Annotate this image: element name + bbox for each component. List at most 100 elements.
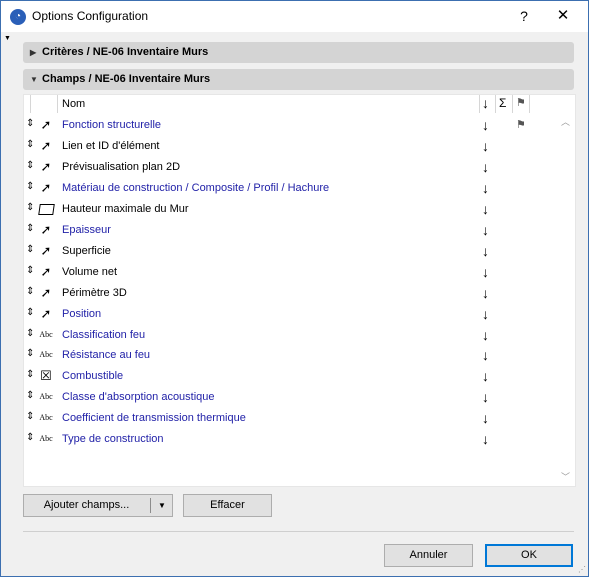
sort-arrow-icon[interactable]: ↓ — [482, 241, 489, 261]
pointer-icon: ➚ — [40, 263, 52, 279]
drag-handle-icon[interactable]: ⇕ — [26, 159, 34, 173]
field-row[interactable]: ⇕ ☒ Combustible ↓ — [24, 366, 564, 387]
sort-arrow-icon[interactable]: ↓ — [482, 136, 489, 156]
column-separator — [529, 95, 530, 113]
column-separator — [512, 95, 513, 113]
drag-handle-icon[interactable]: ⇕ — [26, 431, 34, 445]
resize-grip-icon[interactable]: ⋰ — [578, 565, 586, 574]
field-name: Matériau de construction / Composite / P… — [62, 181, 330, 194]
field-row[interactable]: ⇕ ➚ Volume net ↓ — [24, 262, 564, 283]
field-name: Classe d'absorption acoustique — [62, 391, 215, 404]
drag-handle-icon[interactable]: ⇕ — [26, 180, 34, 194]
drag-handle-icon[interactable]: ⇕ — [26, 347, 34, 361]
section-criteres[interactable]: ▶ Critères / NE-06 Inventaire Murs — [23, 42, 574, 63]
column-separator — [495, 95, 496, 113]
section-criteres-label: Critères / NE-06 Inventaire Murs — [42, 46, 209, 58]
pointer-icon: ➚ — [40, 137, 52, 153]
column-header-name[interactable]: Nom — [62, 98, 85, 110]
field-row[interactable]: ⇕ ➚ Matériau de construction / Composite /… — [24, 178, 564, 199]
side-expand-arrow-icon[interactable]: ▼ — [4, 35, 11, 42]
field-name: Prévisualisation plan 2D — [62, 160, 181, 173]
sort-arrow-icon[interactable]: ↓ — [482, 220, 489, 240]
field-row[interactable]: ⇕ ➚ Superficie ↓ — [24, 241, 564, 262]
field-row[interactable]: ⇕ ➚ Périmètre 3D ↓ — [24, 283, 564, 304]
vertical-scrollbar[interactable]: ︿ ﹀ — [561, 113, 574, 485]
drag-handle-icon[interactable]: ⇕ — [26, 243, 34, 257]
close-button[interactable]: ✕ — [552, 6, 574, 26]
sort-arrow-icon[interactable]: ↓ — [482, 262, 489, 282]
pointer-icon: ➚ — [40, 179, 52, 195]
field-row[interactable]: ⇕ ➚ Prévisualisation plan 2D ↓ — [24, 157, 564, 178]
text-property-icon: Abc — [39, 329, 53, 339]
flag-icon[interactable]: ⚑ — [516, 115, 526, 136]
column-separator — [479, 95, 480, 113]
section-champs-label: Champs / NE-06 Inventaire Murs — [42, 73, 211, 85]
field-row[interactable]: ⇕ Abc Résistance au feu ↓ — [24, 345, 564, 366]
text-property-icon: Abc — [39, 413, 53, 423]
field-name: Résistance au feu — [62, 349, 151, 362]
column-header-flag-icon[interactable]: ⚑ — [516, 96, 526, 109]
drag-handle-icon[interactable]: ⇕ — [26, 222, 34, 236]
sort-arrow-icon[interactable]: ↓ — [482, 178, 489, 198]
field-row[interactable]: ⇕ Abc Classification feu ↓ — [24, 325, 564, 346]
pointer-icon: ➚ — [40, 284, 52, 300]
field-name: Périmètre 3D — [62, 286, 127, 299]
field-row[interactable]: ⇕ Hauteur maximale du Mur ↓ — [24, 199, 564, 220]
expanded-arrow-icon: ▼ — [30, 75, 38, 84]
sort-arrow-icon[interactable]: ↓ — [482, 304, 489, 324]
pointer-icon: ➚ — [40, 221, 52, 237]
sort-arrow-icon[interactable]: ↓ — [482, 345, 489, 365]
column-header-sum-icon[interactable]: Σ — [499, 96, 506, 110]
drag-handle-icon[interactable]: ⇕ — [26, 368, 34, 382]
field-row[interactable]: ⇕ ➚ Epaisseur ↓ — [24, 220, 564, 241]
add-fields-dropdown-icon[interactable]: ▼ — [152, 495, 172, 516]
field-row[interactable]: ⇕ ➚ Position ↓ — [24, 304, 564, 325]
field-row[interactable]: ⇕ Abc Classe d'absorption acoustique ↓ — [24, 387, 564, 408]
sort-arrow-icon[interactable]: ↓ — [482, 157, 489, 177]
sort-arrow-icon[interactable]: ↓ — [482, 199, 489, 219]
add-fields-button[interactable]: Ajouter champs... — [24, 495, 149, 516]
field-row[interactable]: ⇕ ➚ Fonction structurelle ↓ ⚑ — [24, 115, 564, 136]
drag-handle-icon[interactable]: ⇕ — [26, 410, 34, 424]
cancel-button[interactable]: Annuler — [384, 544, 473, 567]
sort-arrow-icon[interactable]: ↓ — [482, 387, 489, 407]
field-name: Hauteur maximale du Mur — [62, 202, 189, 215]
help-button[interactable]: ? — [513, 6, 535, 26]
text-property-icon: Abc — [39, 392, 53, 402]
pointer-icon: ➚ — [40, 242, 52, 258]
drag-handle-icon[interactable]: ⇕ — [26, 138, 34, 152]
text-property-icon: Abc — [39, 434, 53, 444]
text-property-icon: Abc — [39, 350, 53, 360]
drag-handle-icon[interactable]: ⇕ — [26, 327, 34, 341]
ok-button[interactable]: OK — [485, 544, 573, 567]
drag-handle-icon[interactable]: ⇕ — [26, 201, 34, 215]
sort-arrow-icon[interactable]: ↓ — [482, 283, 489, 303]
section-champs[interactable]: ▼ Champs / NE-06 Inventaire Murs — [23, 69, 574, 90]
pointer-icon: ➚ — [40, 305, 52, 321]
sort-arrow-icon[interactable]: ↓ — [482, 325, 489, 345]
pointer-icon: ➚ — [40, 117, 52, 132]
sort-arrow-icon[interactable]: ↓ — [482, 366, 489, 386]
sort-arrow-icon[interactable]: ↓ — [482, 408, 489, 428]
column-separator — [57, 95, 58, 113]
pointer-icon: ➚ — [40, 158, 52, 174]
field-row[interactable]: ⇕ ➚ Lien et ID d'élément ↓ — [24, 136, 564, 157]
scroll-down-icon[interactable]: ﹀ — [561, 470, 570, 483]
clear-button[interactable]: Effacer — [183, 494, 272, 517]
field-row[interactable]: ⇕ Abc Type de construction ↓ — [24, 429, 564, 450]
field-name: Superficie — [62, 244, 111, 257]
drag-handle-icon[interactable]: ⇕ — [26, 264, 34, 278]
drag-handle-icon[interactable]: ⇕ — [26, 285, 34, 299]
sort-arrow-icon[interactable]: ↓ — [482, 115, 489, 135]
window-title: Options Configuration — [32, 9, 149, 23]
field-row[interactable]: ⇕ Abc Coefficient de transmission thermiqu… — [24, 408, 564, 429]
field-name: Lien et ID d'élément — [62, 139, 160, 152]
column-header-sort-icon[interactable]: ↓ — [482, 95, 489, 111]
field-name: Classification feu — [62, 328, 146, 341]
sort-arrow-icon[interactable]: ↓ — [482, 429, 489, 449]
scroll-up-icon[interactable]: ︿ — [561, 115, 570, 128]
add-fields-split-button: Ajouter champs... ▼ — [23, 494, 173, 517]
drag-handle-icon[interactable]: ⇕ — [26, 306, 34, 320]
drag-handle-icon[interactable]: ⇕ — [26, 389, 34, 403]
drag-handle-icon[interactable]: ⇕ — [26, 117, 34, 131]
